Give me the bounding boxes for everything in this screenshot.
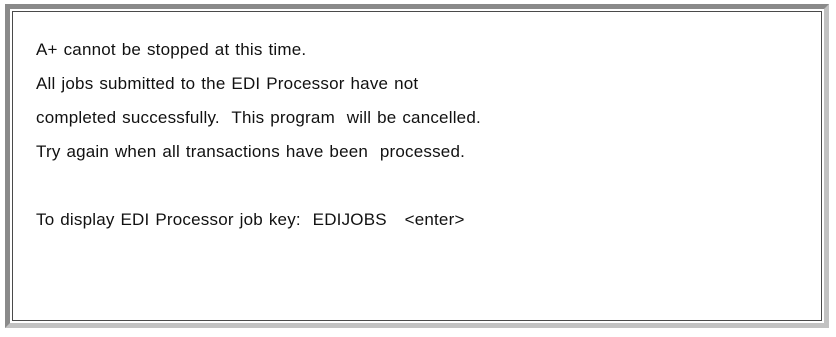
message-line-1: A+ cannot be stopped at this time. bbox=[36, 40, 307, 59]
message-line-2: All jobs submitted to the EDI Processor … bbox=[36, 74, 419, 93]
message-dialog: A+ cannot be stopped at this time. All j… bbox=[5, 4, 829, 328]
message-panel: A+ cannot be stopped at this time. All j… bbox=[12, 11, 822, 321]
message-text: A+ cannot be stopped at this time. All j… bbox=[36, 33, 481, 237]
message-line-4: Try again when all transactions have bee… bbox=[36, 142, 466, 161]
message-line-3: completed successfully. This program wil… bbox=[36, 108, 481, 127]
instruction-line: To display EDI Processor job key: EDIJOB… bbox=[36, 210, 465, 229]
